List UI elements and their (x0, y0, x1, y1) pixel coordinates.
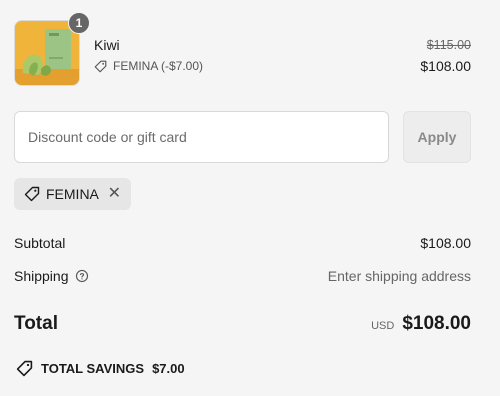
shipping-label: Shipping (14, 268, 69, 284)
product-discount-label: FEMINA (-$7.00) (113, 59, 204, 73)
help-circle-icon[interactable] (75, 269, 89, 283)
product-discount: FEMINA (-$7.00) (94, 59, 203, 73)
discount-code-input[interactable] (14, 111, 389, 163)
product-thumbnail: 1 (14, 12, 90, 86)
applied-discount-chip: FEMINA ✕ (14, 178, 131, 210)
tag-icon (94, 60, 107, 72)
subtotal-label: Subtotal (14, 235, 66, 251)
total-amount: $108.00 (402, 313, 471, 334)
savings-value: $7.00 (152, 361, 185, 376)
total-value-group: USD $108.00 (371, 313, 471, 335)
original-price: $115.00 (426, 38, 471, 52)
product-price: $108.00 (420, 58, 471, 74)
total-savings: TOTAL SAVINGS $7.00 (16, 360, 185, 377)
savings-label: TOTAL SAVINGS (41, 361, 145, 376)
remove-discount-icon[interactable]: ✕ (108, 186, 121, 202)
apply-button[interactable]: Apply (403, 111, 471, 163)
shipping-value: Enter shipping address (327, 268, 471, 284)
applied-code-label: FEMINA (46, 186, 99, 202)
product-name: Kiwi (94, 37, 120, 53)
tag-icon (24, 186, 40, 202)
shipping-row: Shipping (14, 268, 89, 284)
tag-icon (16, 360, 33, 377)
currency-code: USD (371, 320, 395, 332)
quantity-badge: 1 (68, 12, 90, 34)
total-label: Total (14, 313, 58, 334)
subtotal-value: $108.00 (420, 235, 471, 251)
